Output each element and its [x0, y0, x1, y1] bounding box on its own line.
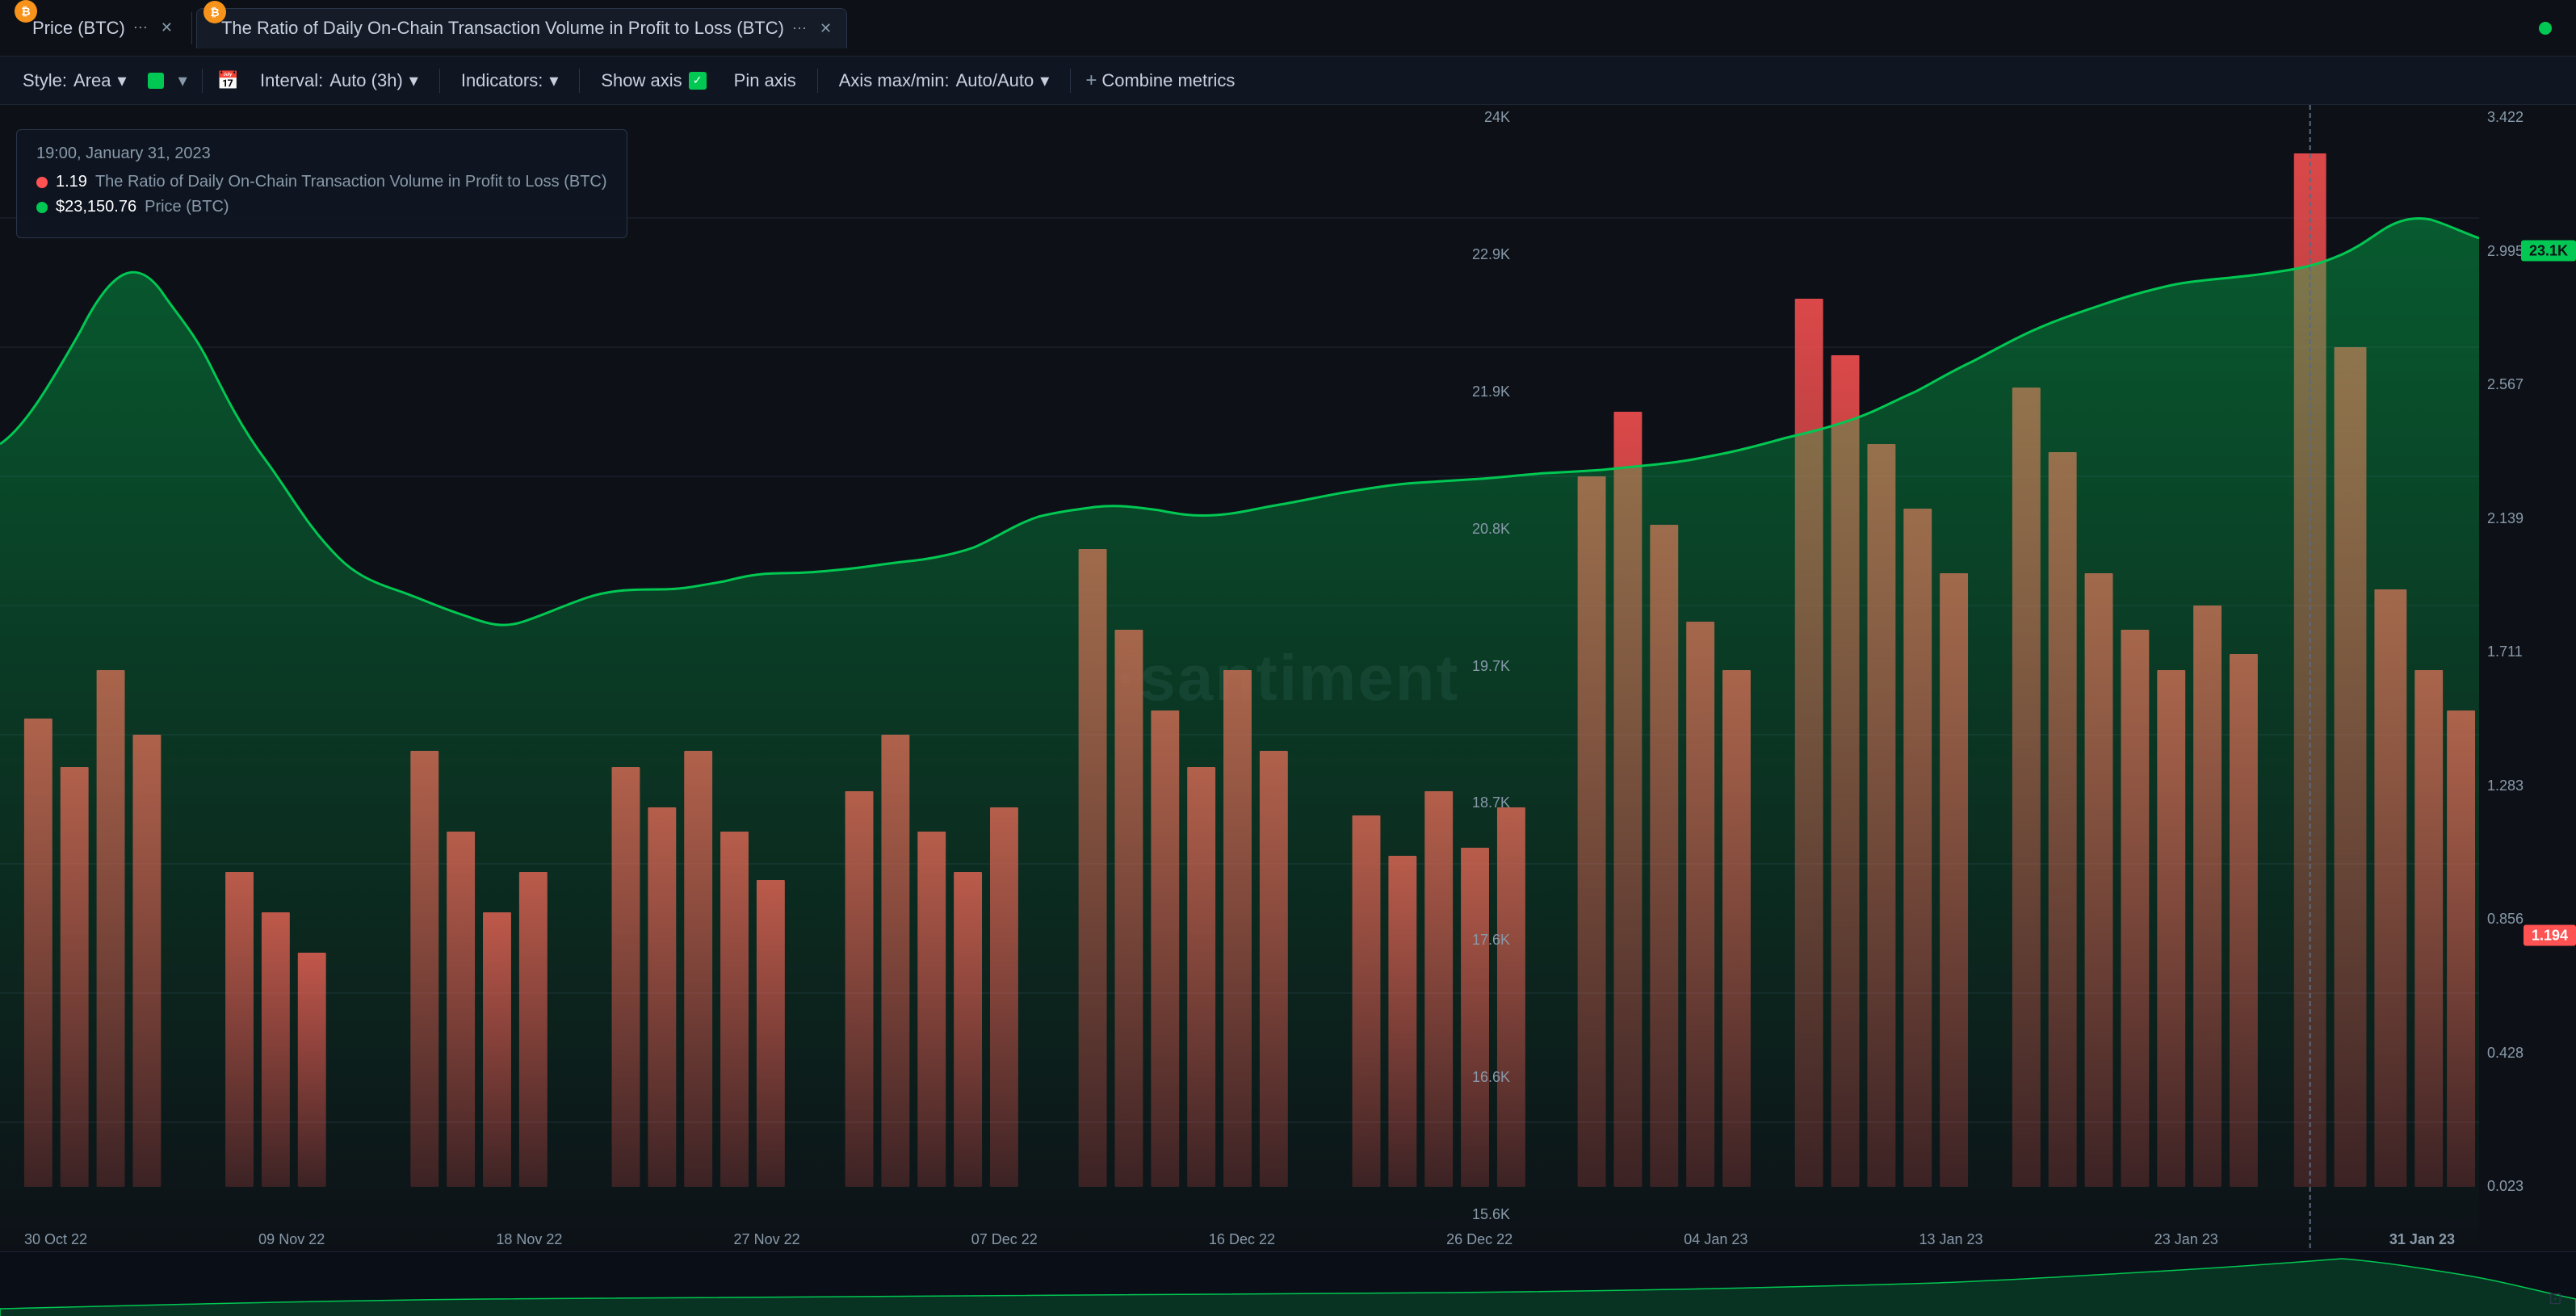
y-left-187k: 18.7K: [1445, 794, 1510, 811]
y-right-0428: 0.428: [2487, 1045, 2571, 1062]
tab1-close-icon[interactable]: ✕: [161, 19, 173, 36]
y-axis-left-labels: 24K 22.9K 21.9K 20.8K 19.7K 18.7K 17.6K …: [1445, 105, 1510, 1227]
y-left-156k: 15.6K: [1445, 1206, 1510, 1223]
tooltip-value-1: 1.19: [56, 173, 87, 191]
x-label-4: 07 Dec 22: [971, 1231, 1038, 1248]
combine-metrics-button[interactable]: + Combine metrics: [1085, 69, 1235, 92]
toolbar-divider-2: [439, 69, 440, 93]
x-label-3: 27 Nov 22: [734, 1231, 800, 1248]
tooltip-metric-2: Price (BTC): [145, 198, 229, 216]
toolbar-divider-4: [817, 69, 818, 93]
ratio-badge: 1.194: [2524, 927, 2576, 944]
tab1-label: Price (BTC): [32, 18, 125, 39]
indicators-selector[interactable]: Indicators: ▾: [455, 67, 565, 94]
toolbar-divider-1: [202, 69, 203, 93]
tab-price-btc[interactable]: ₿ Price (BTC) ⋯ ✕: [8, 8, 187, 48]
tooltip-box: 19:00, January 31, 2023 1.19 The Ratio o…: [16, 129, 627, 238]
y-left-166k: 16.6K: [1445, 1069, 1510, 1086]
y-axis-right-labels: 3.422 2.995 2.567 2.139 1.711 1.283 0.85…: [2487, 105, 2576, 1203]
resize-handle[interactable]: ⊡: [2549, 1289, 2568, 1308]
toolbar-divider-5: [1070, 69, 1071, 93]
y-right-3422: 3.422: [2487, 109, 2571, 126]
y-right-1283: 1.283: [2487, 777, 2571, 794]
tooltip-dot-green-icon: [36, 202, 48, 213]
show-axis-checkbox[interactable]: ✓: [689, 72, 707, 90]
tab-separator: [191, 12, 192, 44]
tab1-dots-icon[interactable]: ⋯: [133, 19, 148, 36]
y-right-2567: 2.567: [2487, 376, 2571, 393]
x-label-5: 16 Dec 22: [1209, 1231, 1275, 1248]
axis-maxmin-selector[interactable]: Axis max/min: Auto/Auto ▾: [833, 67, 1056, 94]
x-label-1: 09 Nov 22: [258, 1231, 325, 1248]
tab1-btc-badge: ₿: [15, 0, 37, 23]
price-badge: 23.1K: [2521, 242, 2576, 259]
x-label-7: 04 Jan 23: [1684, 1231, 1747, 1248]
current-price-badge: 23.1K: [2521, 240, 2576, 261]
current-ratio-badge: 1.194: [2524, 924, 2576, 945]
tab-bar: ₿ Price (BTC) ⋯ ✕ ₿ The Ratio of Daily O…: [0, 0, 2576, 57]
interval-label: Interval:: [260, 70, 323, 91]
style-selector[interactable]: Style: Area ▾: [16, 67, 133, 94]
style-value: Area: [73, 70, 111, 91]
x-label-9: 23 Jan 23: [2154, 1231, 2218, 1248]
y-right-2139: 2.139: [2487, 510, 2571, 527]
interval-chevron-icon: ▾: [409, 70, 418, 91]
y-left-24k: 24K: [1445, 109, 1510, 126]
minimap-svg: [0, 1252, 2576, 1316]
tooltip-metric-1: The Ratio of Daily On-Chain Transaction …: [95, 173, 607, 191]
show-axis-toggle[interactable]: Show axis ✓: [594, 67, 712, 94]
color-swatch[interactable]: [148, 73, 164, 89]
show-axis-label: Show axis: [601, 70, 682, 91]
pin-axis-button[interactable]: Pin axis: [728, 67, 803, 94]
y-left-219k: 21.9K: [1445, 383, 1510, 400]
x-label-10: 31 Jan 23: [2389, 1231, 2455, 1248]
y-left-176k: 17.6K: [1445, 932, 1510, 949]
interval-selector[interactable]: Interval: Auto (3h) ▾: [254, 67, 425, 94]
axis-maxmin-value: Auto/Auto: [956, 70, 1034, 91]
combine-metrics-label: Combine metrics: [1101, 70, 1235, 91]
tab2-btc-badge: ₿: [203, 1, 226, 23]
tooltip-row-1: 1.19 The Ratio of Daily On-Chain Transac…: [36, 173, 607, 191]
tab-ratio-btc[interactable]: ₿ The Ratio of Daily On-Chain Transactio…: [196, 8, 847, 48]
y-left-229k: 22.9K: [1445, 246, 1510, 263]
tooltip-date: 19:00, January 31, 2023: [36, 145, 607, 163]
x-label-0: 30 Oct 22: [24, 1231, 87, 1248]
swatch-chevron-icon[interactable]: ▾: [178, 70, 187, 91]
x-label-8: 13 Jan 23: [1919, 1231, 1983, 1248]
style-chevron-icon: ▾: [118, 70, 127, 91]
tab2-label: The Ratio of Daily On-Chain Transaction …: [221, 18, 784, 39]
chart-area: ·santiment 19:00, January 31, 2023 1.19 …: [0, 105, 2576, 1251]
x-label-6: 26 Dec 22: [1446, 1231, 1512, 1248]
y-right-1711: 1.711: [2487, 643, 2571, 660]
plus-icon: +: [1085, 69, 1097, 92]
main-chart-svg: [0, 105, 2479, 1251]
axis-maxmin-chevron-icon: ▾: [1040, 70, 1049, 91]
bottom-minimap: ⊡: [0, 1251, 2576, 1316]
online-status-indicator: [2539, 22, 2552, 35]
tooltip-row-2: $23,150.76 Price (BTC): [36, 198, 607, 216]
x-axis: 30 Oct 22 09 Nov 22 18 Nov 22 27 Nov 22 …: [0, 1227, 2479, 1251]
y-left-208k: 20.8K: [1445, 521, 1510, 538]
y-axis-container: 24K 22.9K 21.9K 20.8K 19.7K 18.7K 17.6K …: [2479, 105, 2576, 1227]
calendar-icon: 📅: [217, 70, 239, 91]
toolbar: Style: Area ▾ ▾ 📅 Interval: Auto (3h) ▾ …: [0, 57, 2576, 105]
pin-axis-label: Pin axis: [734, 70, 796, 91]
y-left-197k: 19.7K: [1445, 658, 1510, 675]
x-label-2: 18 Nov 22: [496, 1231, 562, 1248]
tooltip-value-2: $23,150.76: [56, 198, 136, 216]
toolbar-divider-3: [579, 69, 580, 93]
tab2-close-icon[interactable]: ✕: [820, 20, 832, 37]
indicators-chevron-icon: ▾: [549, 70, 558, 91]
y-right-0023: 0.023: [2487, 1178, 2571, 1199]
interval-value: Auto (3h): [329, 70, 403, 91]
indicators-label: Indicators:: [461, 70, 543, 91]
tooltip-dot-red-icon: [36, 177, 48, 188]
style-label: Style:: [23, 70, 67, 91]
tab2-dots-icon[interactable]: ⋯: [792, 20, 807, 37]
axis-maxmin-label: Axis max/min:: [839, 70, 950, 91]
